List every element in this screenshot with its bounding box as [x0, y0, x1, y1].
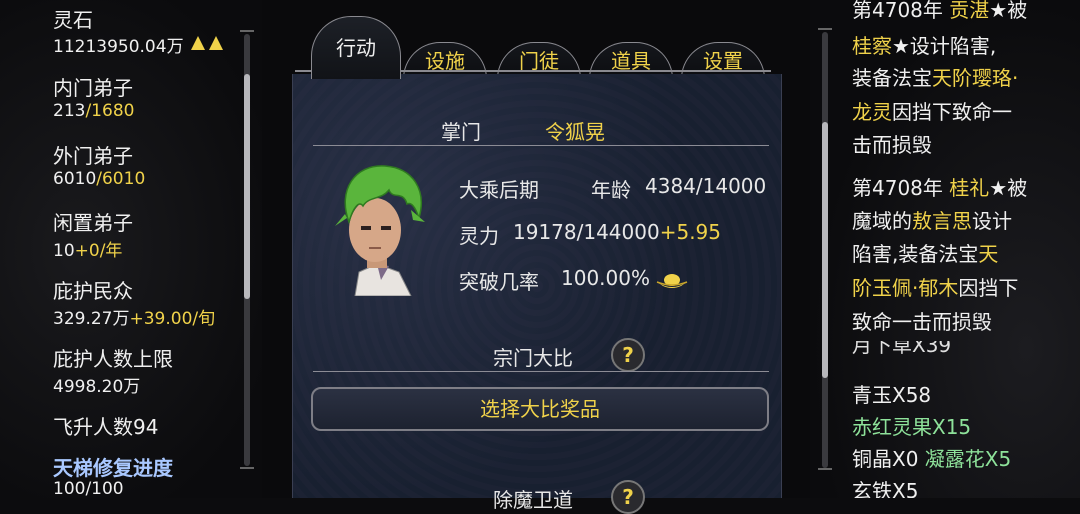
choose-reward-button[interactable]: 选择大比奖品: [311, 387, 769, 431]
log-line: 致命一击而损毁: [852, 310, 992, 334]
outer-disciples-label: 外门弟子: [53, 144, 133, 168]
log-line: 桂察★设计陷害,: [852, 30, 996, 59]
log-line: 陷害,装备法宝天: [852, 238, 998, 267]
log-text: 设计: [972, 209, 1012, 233]
log-line: 阶玉佩·郁木因挡下: [852, 272, 1018, 301]
protected-people-value: 329.27万+39.00/旬: [53, 304, 215, 329]
log-item[interactable]: 龙灵: [852, 100, 892, 124]
log-person[interactable]: 敖言思: [912, 209, 972, 233]
log-line: 击而损毁: [852, 133, 932, 157]
spirit-power-label: 灵力: [459, 224, 499, 248]
tournament-divider: [313, 371, 769, 372]
spirit-power-value: 19178/144000+5.95: [513, 220, 721, 244]
inner-disciples-value: 213/1680: [53, 101, 134, 121]
leader-title-label: 掌门: [441, 120, 481, 144]
ladder-repair-value: 100/100: [53, 479, 124, 499]
tournament-label: 宗门大比: [493, 346, 573, 370]
protected-people-amount: 329.27万: [53, 309, 130, 329]
log-text: 陷害,装备法宝: [852, 242, 979, 266]
inner-disciples-max: /1680: [85, 101, 135, 121]
log-year: 第4708年: [852, 176, 943, 200]
log-text: 装备法宝: [852, 66, 932, 90]
left-scrollbar-thumb[interactable]: [244, 74, 250, 299]
idle-disciples-current: 10: [53, 241, 75, 261]
log-line: 第4708年 桂礼★被: [852, 172, 1027, 201]
ingot-icon: [655, 270, 689, 296]
inventory-item: 玄铁X5: [852, 479, 919, 498]
inventory-item-row: 铜晶X0 凝露花X5: [852, 443, 1011, 472]
log-text: 魔域的: [852, 209, 912, 233]
idle-disciples-value: 10+0/年: [53, 236, 122, 261]
demon-slaying-help-button[interactable]: ?: [611, 480, 645, 514]
inventory-item: 凝露花X5: [924, 447, 1012, 471]
log-item[interactable]: 阶玉佩·郁木: [852, 276, 958, 300]
leader-name[interactable]: 令狐晃: [545, 116, 605, 145]
ascension-count: 飞升人数94: [53, 415, 159, 439]
inventory-item: 铜晶X0: [852, 447, 919, 471]
protected-people-rate: +39.00/旬: [129, 309, 216, 329]
log-line: 装备法宝天阶璎珞·: [852, 62, 1018, 91]
log-person[interactable]: 桂礼: [949, 176, 989, 200]
inner-disciples-current: 213: [53, 101, 86, 121]
log-line: 魔域的敖言思设计: [852, 205, 1012, 234]
log-text: ★设计陷害,: [892, 34, 997, 58]
log-text: ★被: [989, 0, 1028, 22]
leader-age-label: 年龄: [591, 178, 631, 202]
log-person[interactable]: 桂察: [852, 34, 892, 58]
outer-disciples-max: /6010: [96, 169, 146, 189]
breakthrough-label: 突破几率: [459, 270, 539, 294]
main-panel: 行动 设施 门徒 道具 设置 掌门 令狐晃 大乘后期 年龄 4384/14000…: [262, 0, 810, 514]
tournament-help-button[interactable]: ?: [611, 338, 645, 372]
log-line: 第4708年 贡湛★被: [852, 0, 1027, 23]
spirit-power-amount: 19178/144000: [513, 220, 660, 244]
log-item[interactable]: 天: [978, 242, 998, 266]
spirit-stone-value: 11213950.04万: [53, 32, 229, 57]
inventory-item: 月下草X39: [852, 341, 952, 357]
idle-disciples-label: 闲置弟子: [53, 211, 133, 235]
log-text: 因挡下致命一: [892, 100, 1012, 124]
log-year: 第4708年: [852, 0, 943, 22]
breakthrough-value: 100.00%: [561, 266, 650, 290]
spirit-stone-icon: [189, 36, 229, 57]
inventory-item: 赤红灵果X15: [852, 415, 972, 439]
left-scrollbar[interactable]: [244, 34, 250, 466]
protected-people-label: 庇护民众: [53, 279, 133, 303]
leader-realm: 大乘后期: [459, 178, 539, 202]
log-item[interactable]: 天阶璎珞·: [932, 66, 1018, 90]
tab-bar: 行动 设施 门徒 道具 设置: [295, 8, 773, 79]
spirit-stone-label: 灵石: [53, 8, 93, 32]
left-scroll-bottom-cap: [240, 467, 254, 469]
demon-slaying-label: 除魔卫道: [493, 488, 573, 512]
left-scroll-top-cap: [240, 30, 254, 32]
ladder-repair-label: 天梯修复进度: [53, 456, 173, 480]
log-line: 龙灵因挡下致命一: [852, 96, 1012, 125]
inventory-list: 月下草X39 青玉X58 赤红灵果X15 铜晶X0 凝露花X5 玄铁X5: [810, 341, 1080, 498]
event-log-panel: 第4708年 贡湛★被 桂察★设计陷害, 装备法宝天阶璎珞· 龙灵因挡下致命一 …: [810, 0, 1080, 498]
outer-disciples-value: 6010/6010: [53, 169, 145, 189]
protect-cap-value: 4998.20万: [53, 377, 141, 397]
log-text: ★被: [989, 176, 1028, 200]
right-scrollbar-thumb[interactable]: [822, 122, 828, 378]
log-text: 因挡下: [958, 276, 1019, 300]
spirit-power-rate: +5.95: [659, 220, 722, 244]
outer-disciples-current: 6010: [53, 169, 97, 189]
leader-portrait[interactable]: [315, 160, 441, 297]
idle-disciples-rate: +0/年: [74, 241, 123, 261]
protect-cap-label: 庇护人数上限: [53, 347, 173, 371]
action-content: 掌门 令狐晃 大乘后期 年龄 4384/14000 灵力 19178/14400…: [292, 74, 782, 514]
leader-divider: [313, 145, 769, 146]
leader-age-value: 4384/14000: [645, 174, 767, 198]
log-person[interactable]: 贡湛: [949, 0, 989, 22]
inner-disciples-label: 内门弟子: [53, 76, 133, 100]
inventory-item: 青玉X58: [852, 383, 932, 407]
tab-actions[interactable]: 行动: [311, 16, 401, 79]
right-scroll-top-cap: [818, 28, 832, 30]
resource-panel: 灵石 11213950.04万 内门弟子 213/1680 外门弟子 6010/…: [0, 0, 262, 499]
spirit-stone-amount: 11213950.04万: [53, 37, 184, 57]
